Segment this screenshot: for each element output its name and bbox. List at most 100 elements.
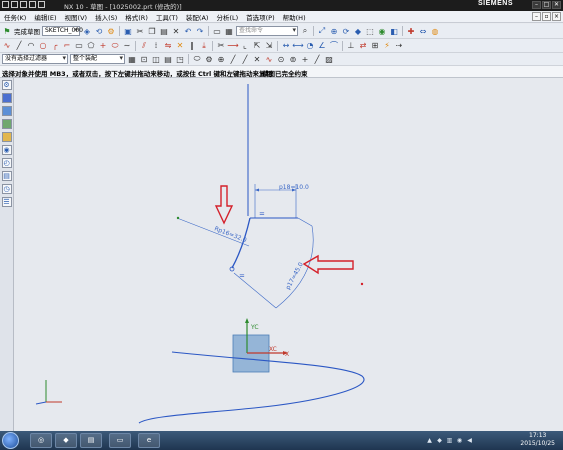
radial-dimension-icon[interactable]: ◔	[305, 41, 315, 51]
roles-icon[interactable]: ☰	[1, 197, 12, 207]
quick-trim-icon[interactable]: ✂	[216, 41, 226, 51]
menu-format[interactable]: 格式(R)	[121, 12, 152, 22]
convert-reference-icon[interactable]: ⇢	[394, 41, 404, 51]
undo-icon-2[interactable]: ↶	[183, 26, 193, 36]
process-studio-icon[interactable]: ◷	[1, 184, 12, 194]
snap-arc-center-icon[interactable]: ⊙	[276, 54, 286, 64]
project-curve-icon[interactable]: ⤓	[199, 41, 209, 51]
assembly-navigator-icon[interactable]	[1, 106, 12, 116]
dimension-rp16[interactable]: Rp16=32.0	[213, 225, 247, 244]
maximize-button[interactable]: □	[542, 1, 551, 9]
close-button[interactable]: ✕	[552, 1, 561, 9]
history-icon[interactable]: ◴	[1, 158, 12, 168]
part-navigator-icon[interactable]	[1, 93, 12, 103]
finish-sketch-icon[interactable]: ⚑	[2, 26, 12, 36]
command-search-input[interactable]: 查找命令	[236, 26, 298, 36]
ellipse-icon[interactable]: ⬭	[110, 41, 120, 51]
gear-icon[interactable]: ⚙	[1, 80, 12, 90]
snap-control-icon[interactable]: ╱	[240, 54, 250, 64]
menu-view[interactable]: 视图(V)	[61, 12, 92, 22]
snap-existing-point-icon[interactable]: +	[300, 54, 310, 64]
offset-move-icon[interactable]: ⇲	[264, 41, 274, 51]
geometric-constraint-icon[interactable]: ⊥	[346, 41, 356, 51]
doc-minimize-button[interactable]: –	[532, 12, 541, 21]
quick-extend-icon[interactable]: ⟶	[227, 41, 238, 51]
move-curve-icon[interactable]: ⇱	[252, 41, 262, 51]
perimeter-dimension-icon[interactable]: ⌒	[329, 41, 339, 51]
menu-analysis[interactable]: 分析(L)	[212, 12, 242, 22]
menu-preferences[interactable]: 首选项(P)	[242, 12, 279, 22]
constraint-navigator-icon[interactable]	[1, 119, 12, 129]
snap-point-on-curve-icon[interactable]: ╱	[312, 54, 322, 64]
tray-icon[interactable]: ◆	[436, 437, 443, 444]
chamfer-icon[interactable]: ⌐	[62, 41, 72, 51]
search-icon[interactable]: ⌕	[300, 26, 310, 36]
delete-icon[interactable]: ✕	[171, 26, 181, 36]
show-hide-icon[interactable]: ◉	[377, 26, 387, 36]
render-style-icon[interactable]: ◆	[353, 26, 363, 36]
start-button[interactable]	[2, 432, 19, 449]
line-icon[interactable]: ╱	[14, 41, 24, 51]
mirror-icon[interactable]: ⇋	[163, 41, 173, 51]
snap-midpoint-icon[interactable]: ╱	[228, 54, 238, 64]
cut-icon[interactable]: ✂	[135, 26, 145, 36]
point-icon[interactable]: +	[98, 41, 108, 51]
circle-icon[interactable]: ○	[38, 41, 48, 51]
save-icon[interactable]	[2, 1, 9, 8]
profile-icon[interactable]: ∿	[2, 41, 12, 51]
copy-icon[interactable]	[29, 1, 36, 8]
select-by-face-icon[interactable]: ◳	[175, 54, 185, 64]
view-orientation-icon[interactable]: ⬚	[365, 26, 375, 36]
menu-edit[interactable]: 编辑(E)	[30, 12, 60, 22]
layer-icon[interactable]: ▦	[224, 26, 234, 36]
redo-icon[interactable]	[20, 1, 27, 8]
sketch-name-select[interactable]: SKETCH_000	[42, 26, 83, 36]
snap-quadrant-icon[interactable]: ⊚	[288, 54, 298, 64]
copy-icon-2[interactable]: ❐	[147, 26, 157, 36]
intersection-icon[interactable]: ✕	[175, 41, 185, 51]
tray-icon[interactable]: ◉	[456, 437, 463, 444]
arc-icon[interactable]: ◠	[26, 41, 36, 51]
taskbar-app-ie[interactable]: e	[138, 433, 160, 448]
graphics-window[interactable]: p18=10.0 = = Rp16=32.0 p17=45.0 YC XC X	[14, 78, 563, 431]
fit-view-icon[interactable]: ⤢	[317, 26, 327, 36]
polygon-icon[interactable]: ⬠	[86, 41, 96, 51]
spline-icon[interactable]: ∼	[122, 41, 132, 51]
analysis-icon[interactable]: ✚	[406, 26, 416, 36]
web-browser-icon[interactable]: ◉	[1, 145, 12, 155]
make-symmetric-icon[interactable]: ⇄	[358, 41, 368, 51]
finish-sketch-button[interactable]: 完成草图	[14, 26, 40, 36]
rotate-icon[interactable]: ⟳	[341, 26, 351, 36]
menu-tools[interactable]: 工具(T)	[152, 12, 182, 22]
taskbar-clock[interactable]: 17:13 2015/10/25	[520, 432, 555, 448]
snap-point-on-face-icon[interactable]: ▨	[324, 54, 334, 64]
menu-assembly[interactable]: 装配(A)	[182, 12, 213, 22]
deselect-icon[interactable]: ◫	[151, 54, 161, 64]
menu-insert[interactable]: 插入(S)	[91, 12, 121, 22]
tray-icon[interactable]: ▲	[426, 437, 433, 444]
rapid-dimension-icon[interactable]: ↔	[281, 41, 291, 51]
orient-view-icon[interactable]: ◈	[82, 26, 92, 36]
dimension-p18[interactable]: p18=10.0	[279, 184, 309, 191]
offset-curve-icon[interactable]: ⫽	[139, 41, 149, 51]
auto-constrain-icon[interactable]: ⚡	[382, 41, 392, 51]
derived-line-icon[interactable]: ‖	[187, 41, 197, 51]
undo-icon[interactable]	[11, 1, 18, 8]
linear-dimension-icon[interactable]: ⟷	[292, 41, 303, 51]
doc-restore-button[interactable]: ▫	[542, 12, 551, 21]
zoom-icon[interactable]: ⊕	[329, 26, 339, 36]
angular-dimension-icon[interactable]: ∠	[317, 41, 327, 51]
assembly-scope-select[interactable]: 整个装配	[70, 54, 125, 64]
window-icon[interactable]: ▭	[212, 26, 222, 36]
measure-icon[interactable]: ⇔	[418, 26, 428, 36]
color-icon[interactable]: ◍	[430, 26, 440, 36]
snap-intersection-icon[interactable]: ✕	[252, 54, 262, 64]
menu-help[interactable]: 帮助(H)	[279, 12, 310, 22]
snap-settings-icon[interactable]: ⚙	[204, 54, 214, 64]
taskbar-app-nx[interactable]: ◆	[55, 433, 77, 448]
volume-icon[interactable]: ◀	[466, 437, 473, 444]
selection-filter-select[interactable]: 没有选择过滤器	[2, 54, 68, 64]
taskbar-app-explorer[interactable]: ▤	[80, 433, 102, 448]
network-icon[interactable]: ▥	[446, 437, 453, 444]
dimension-p17[interactable]: p17=45.0	[285, 261, 305, 291]
